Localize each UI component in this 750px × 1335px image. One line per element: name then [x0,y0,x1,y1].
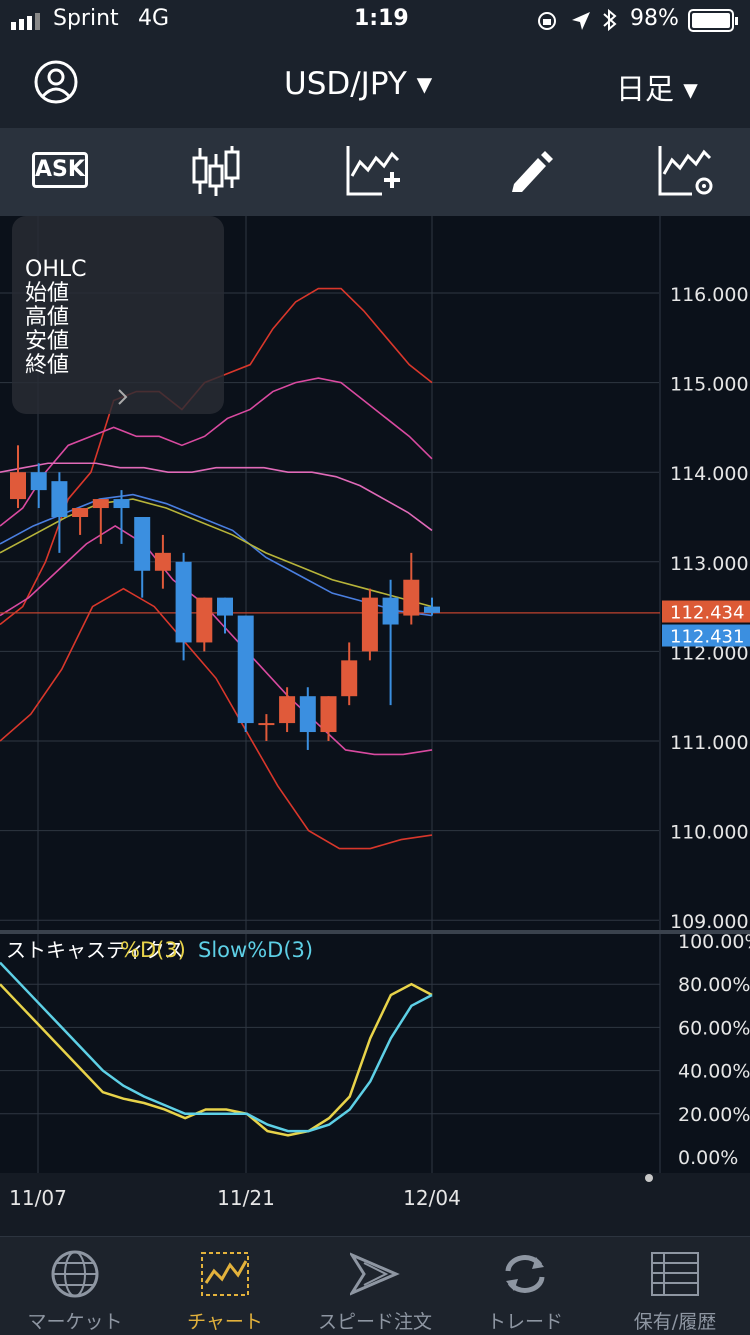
battery-percent: 98% [630,6,679,31]
stoch-axis-label: 100.00% [678,931,750,953]
network: 4G [138,6,170,31]
status-bar: Sprint 4G 1:19 98% [0,0,750,42]
x-axis-label: 11/07 [9,1186,67,1210]
drawing-tool-button[interactable] [490,128,580,216]
price-axis-label: 114.000 [670,463,749,485]
battery-icon [688,9,738,32]
location-icon [572,12,590,30]
ask-price-label: 112.431 [670,627,744,648]
candlestick-icon [192,146,240,196]
clock: 1:19 [354,6,409,31]
stoch-axis-label: 20.00% [678,1104,750,1126]
candle-body [299,696,316,733]
price-axis-label: 110.000 [670,822,749,844]
tab-chart-label: チャート [187,1311,263,1333]
indicator-settings-button[interactable] [644,128,734,216]
tab-positions-history-label: 保有/履歴 [633,1311,717,1333]
candle-body [382,597,399,625]
candle-body [30,472,47,491]
ohlc-info-panel[interactable]: OHLC 始値 高値 安値 終値 [12,216,224,414]
candle-body [403,579,420,616]
bid-price-label: 112.434 [670,603,744,624]
candle-body [134,517,151,571]
chart-settings-icon [658,146,713,196]
candle-body [51,481,68,517]
price-axis-label: 113.000 [670,553,749,575]
candle-body [320,696,337,733]
ohlc-close-label: 終値 [25,353,70,378]
tab-chart[interactable]: チャート [150,1237,300,1335]
candle-body [196,597,213,643]
ohlc-open-label: 始値 [25,281,70,306]
candle-body [361,597,378,652]
chevron-right-icon[interactable] [116,388,130,406]
tab-market-label: マーケット [27,1311,123,1333]
account-icon[interactable] [34,60,78,104]
tab-positions-history[interactable]: 保有/履歴 [600,1237,750,1335]
candle-body [341,660,358,697]
x-axis-band [0,1173,750,1234]
candle-body [175,561,192,643]
price-axis-label: 111.000 [670,732,749,754]
signal-icon [11,13,40,30]
ohlc-high-label: 高値 [25,305,70,330]
candle-body [10,472,26,500]
x-axis-label: 11/21 [217,1186,275,1210]
candle-body [237,615,254,724]
stoch-d-legend: %D(3) [120,938,186,962]
tab-trade-label: トレード [486,1311,563,1333]
pencil-icon [512,151,553,192]
candle-body [154,552,171,571]
currency-pair-selector[interactable]: USD/JPY ▾ [284,66,432,102]
chart-toolbar: ASK [0,128,750,216]
scroll-indicator-dot [645,1174,653,1182]
tab-market[interactable]: マーケット [0,1237,150,1335]
candle-body [217,597,233,616]
chart-icon [201,1252,249,1296]
candle-body [258,723,275,726]
carrier: Sprint [53,6,119,31]
lock-rotation-icon [538,12,556,30]
stoch-axis-label: 40.00% [678,1061,750,1083]
bluetooth-icon [603,8,617,32]
add-indicator-button[interactable] [332,128,422,216]
stoch-axis-label: 80.00% [678,974,750,996]
candle-body [92,499,109,509]
candle-body [72,508,89,517]
candle-body [113,499,130,509]
tab-speed-order-label: スピード注文 [317,1311,432,1333]
app-header: USD/JPY ▾ 日足 ▾ [0,42,750,128]
ohlc-low-label: 安値 [25,329,70,354]
price-axis-label: 115.000 [670,374,749,396]
period-selector[interactable]: 日足 ▾ [616,66,698,108]
bottom-tab-bar: マーケット チャート スピード注文 トレード 保有/履歴 [0,1236,750,1335]
ohlc-title: OHLC [25,257,87,282]
tab-speed-order[interactable]: スピード注文 [300,1237,450,1335]
globe-icon [51,1250,99,1298]
candle-body [424,606,440,613]
tab-trade[interactable]: トレード [450,1237,600,1335]
price-axis-label: 116.000 [670,284,749,306]
chart-add-icon [346,146,400,196]
speed-arrow-icon [350,1252,400,1296]
stoch-axis-label: 0.00% [678,1147,738,1169]
ask-toggle-button[interactable]: ASK [18,128,108,216]
candle-body [279,696,296,724]
stoch-axis-label: 60.00% [678,1017,750,1039]
ask-label: ASK [35,157,85,182]
candle-type-button[interactable] [170,128,260,216]
refresh-icon [505,1255,545,1293]
price-axis-label: 109.000 [670,911,749,933]
list-icon [651,1252,699,1296]
x-axis-label: 12/04 [403,1186,461,1210]
stoch-slow-d-legend: Slow%D(3) [198,938,313,962]
